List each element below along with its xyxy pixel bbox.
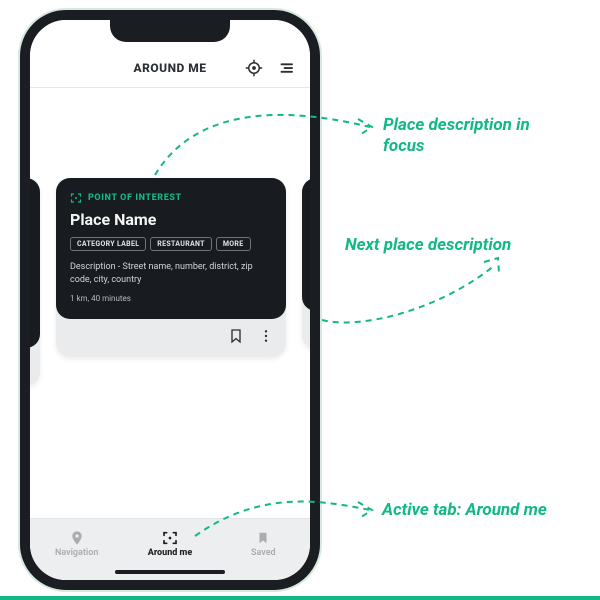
place-name: Place Name [70, 210, 272, 229]
scan-icon [162, 530, 178, 546]
place-card-next[interactable]: Pl De dis 1 k [302, 178, 310, 349]
more-vertical-icon [258, 328, 274, 344]
place-card-focused[interactable]: POINT OF INTEREST Place Name CATEGORY LA… [56, 178, 286, 357]
phone-frame: AROUND ME [20, 10, 320, 590]
place-distance: 1 km, 40 minutes [70, 294, 272, 303]
chip[interactable]: RESTAURANT [150, 237, 212, 251]
tab-around-me[interactable]: Around me [123, 519, 216, 568]
chip-row: CATEGORY LABEL RESTAURANT MORE [70, 237, 272, 251]
bookmark-icon [256, 530, 270, 546]
locate-button[interactable] [244, 58, 264, 78]
annotation-next: Next place description [345, 235, 511, 256]
page-title: AROUND ME [133, 61, 206, 75]
tab-label: Saved [251, 548, 276, 558]
tab-navigation[interactable]: Navigation [30, 519, 123, 568]
bookmark-button[interactable] [228, 328, 244, 348]
chip[interactable]: CATEGORY LABEL [70, 237, 146, 251]
screen: AROUND ME [30, 20, 310, 580]
tab-label: Around me [148, 548, 192, 558]
poi-category-label: POINT OF INTEREST [88, 193, 182, 203]
place-card-prev[interactable] [30, 178, 40, 386]
tab-saved[interactable]: Saved [217, 519, 310, 568]
menu-button[interactable] [276, 58, 296, 78]
more-button[interactable] [258, 328, 274, 348]
home-indicator [115, 570, 225, 574]
pin-icon [69, 530, 85, 546]
place-description: Description - Street name, number, distr… [70, 261, 272, 286]
annotation-focus: Place description in focus [383, 115, 573, 158]
menu-icon [277, 59, 295, 77]
scan-icon [70, 192, 82, 204]
tab-label: Navigation [55, 548, 98, 558]
card-carousel[interactable]: POINT OF INTEREST Place Name CATEGORY LA… [30, 88, 310, 518]
crosshair-icon [245, 59, 263, 77]
annotation-active-tab: Active tab: Around me [382, 500, 547, 521]
notch [110, 20, 230, 42]
header: AROUND ME [30, 48, 310, 88]
chip[interactable]: MORE [216, 237, 251, 251]
bookmark-icon [228, 328, 244, 344]
